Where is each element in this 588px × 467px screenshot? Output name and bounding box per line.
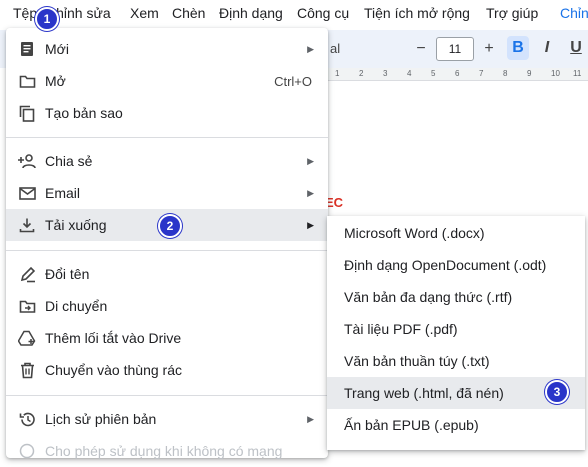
download-odt[interactable]: Định dạng OpenDocument (.odt) [327, 249, 585, 281]
submenu-arrow-icon: ▶ [307, 413, 314, 424]
submenu-item-label: Văn bản đa dạng thức (.rtf) [344, 289, 513, 305]
menu-item-share[interactable]: Chia sẻ ▶ [6, 145, 328, 177]
menu-item-label: Mở [45, 73, 66, 89]
menu-bar: Tệp Chỉnh sửa Xem Chèn Định dạng Công cụ… [0, 0, 588, 28]
drive-shortcut-icon [18, 329, 36, 347]
menu-item-label: Tải xuống [45, 217, 107, 233]
menu-item-make-copy[interactable]: Tạo bản sao [6, 97, 328, 129]
bold-button[interactable]: B [507, 36, 529, 60]
submenu-arrow-icon: ▶ [307, 187, 314, 198]
decrease-font-size-button[interactable]: − [410, 37, 432, 61]
menu-item-open[interactable]: Mở Ctrl+O [6, 65, 328, 97]
menu-item-label: Tạo bản sao [45, 105, 123, 121]
menu-format[interactable]: Định dạng [219, 5, 283, 21]
step-badge-3: 3 [545, 380, 569, 404]
menu-item-offline[interactable]: Cho phép sử dụng khi không có mạng [6, 435, 328, 467]
keyboard-shortcut: Ctrl+O [274, 73, 312, 89]
menu-item-trash[interactable]: Chuyển vào thùng rác [6, 354, 328, 386]
ruler-tick: 6 [455, 69, 460, 78]
ruler-tick: 3 [383, 69, 388, 78]
submenu-item-label: Trang web (.html, đã nén) [344, 385, 504, 401]
menu-item-label: Di chuyển [45, 298, 108, 314]
envelope-icon [18, 184, 36, 202]
download-icon [18, 216, 36, 234]
menu-item-label: Cho phép sử dụng khi không có mạng [45, 443, 283, 459]
add-person-icon [18, 152, 36, 170]
ruler-tick: 8 [503, 69, 508, 78]
ruler-tick: 5 [431, 69, 436, 78]
submenu-arrow-icon: ▶ [307, 43, 314, 54]
menu-item-label: Đổi tên [45, 266, 90, 282]
menu-item-move[interactable]: Di chuyển [6, 290, 328, 322]
document-icon [18, 40, 36, 58]
italic-button[interactable]: I [537, 36, 557, 60]
history-icon [18, 410, 36, 428]
menu-divider [6, 395, 328, 396]
increase-font-size-button[interactable]: + [478, 37, 500, 61]
ruler-tick: 11 [573, 69, 582, 78]
move-folder-icon [18, 297, 36, 315]
font-name-dropdown[interactable]: al [330, 41, 340, 56]
submenu-arrow-icon: ▶ [307, 155, 314, 166]
menu-item-version-history[interactable]: Lịch sử phiên bản ▶ [6, 403, 328, 435]
menu-file[interactable]: Tệp [13, 5, 37, 21]
ruler-tick: 10 [551, 69, 560, 78]
submenu-item-label: Ấn bản EPUB (.epub) [344, 417, 479, 433]
step-badge-2: 2 [158, 214, 182, 238]
ruler-tick: 1 [335, 69, 340, 78]
menu-tools[interactable]: Công cụ [297, 5, 349, 21]
ruler: 1 2 3 4 5 6 7 8 9 10 11 [328, 68, 588, 81]
ruler-tick: 2 [359, 69, 364, 78]
menu-item-rename[interactable]: Đổi tên [6, 258, 328, 290]
offline-icon [18, 442, 36, 460]
file-menu: Mới ▶ Mở Ctrl+O Tạo bản sao Chia sẻ ▶ Em… [6, 28, 328, 459]
menu-extensions[interactable]: Tiện ích mở rộng [364, 5, 470, 21]
menu-divider [6, 250, 328, 251]
ruler-tick: 9 [527, 69, 532, 78]
download-submenu: Microsoft Word (.docx) Định dạng OpenDoc… [327, 216, 585, 450]
underline-button[interactable]: U [566, 36, 586, 60]
submenu-item-label: Văn bản thuần túy (.txt) [344, 353, 490, 369]
menu-divider [6, 137, 328, 138]
submenu-arrow-icon: ▶ [307, 219, 314, 230]
menu-item-label: Email [45, 185, 81, 201]
submenu-item-label: Định dạng OpenDocument (.odt) [344, 257, 547, 273]
rename-icon [18, 265, 36, 283]
trash-icon [18, 361, 36, 379]
font-size-input[interactable]: 11 [436, 37, 474, 61]
edit-link[interactable]: Chỉn [560, 5, 588, 21]
menu-item-new[interactable]: Mới ▶ [6, 33, 328, 65]
menu-item-label: Chia sẻ [45, 153, 93, 169]
download-txt[interactable]: Văn bản thuần túy (.txt) [327, 345, 585, 377]
download-epub[interactable]: Ấn bản EPUB (.epub) [327, 409, 585, 441]
menu-item-add-shortcut[interactable]: Thêm lối tắt vào Drive [6, 322, 328, 354]
menu-item-label: Thêm lối tắt vào Drive [45, 330, 182, 346]
folder-icon [18, 72, 36, 90]
download-pdf[interactable]: Tài liệu PDF (.pdf) [327, 313, 585, 345]
submenu-item-label: Tài liệu PDF (.pdf) [344, 321, 458, 337]
submenu-item-label: Microsoft Word (.docx) [344, 225, 485, 241]
menu-item-email[interactable]: Email ▶ [6, 177, 328, 209]
ruler-tick: 7 [479, 69, 484, 78]
menu-view[interactable]: Xem [130, 5, 159, 21]
menu-item-label: Chuyển vào thùng rác [45, 362, 182, 378]
copy-icon [18, 104, 36, 122]
menu-help[interactable]: Trợ giúp [486, 5, 538, 21]
menu-insert[interactable]: Chèn [172, 5, 205, 21]
menu-item-label: Mới [45, 41, 69, 57]
download-rtf[interactable]: Văn bản đa dạng thức (.rtf) [327, 281, 585, 313]
step-badge-1: 1 [35, 7, 59, 31]
menu-item-label: Lịch sử phiên bản [45, 411, 157, 427]
download-docx[interactable]: Microsoft Word (.docx) [327, 217, 585, 249]
ruler-tick: 4 [407, 69, 412, 78]
